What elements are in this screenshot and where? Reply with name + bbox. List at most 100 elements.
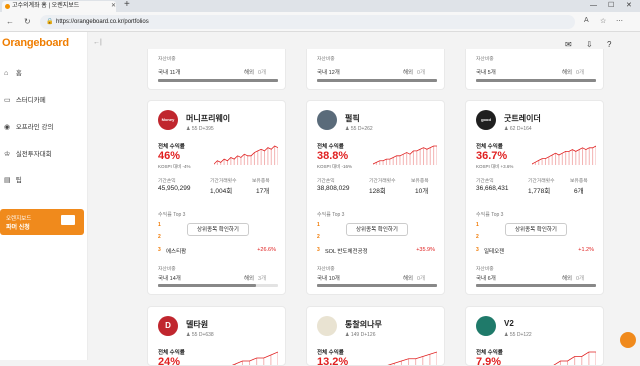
mail-icon[interactable]: ✉ [565, 40, 572, 49]
followers-count: 149 [350, 332, 360, 338]
close-window-icon[interactable]: ✕ [626, 0, 632, 12]
top3-label: 수익률 Top 3 [317, 212, 345, 218]
top3-stock-return: +35.9% [416, 247, 435, 253]
tab-close-icon[interactable]: ✕ [111, 1, 116, 12]
days-badge: D+126 [360, 332, 376, 338]
portfolio-card-top-3[interactable]: 자산비중 국내 5개 해외 0개 [465, 49, 604, 90]
rank-2: 2 [158, 234, 161, 240]
sparkline-wrapper [372, 145, 438, 170]
followers-count: 55 [191, 126, 198, 132]
minimize-icon[interactable]: — [590, 0, 597, 12]
holdings-label: 보유종목 [411, 179, 429, 184]
top3-stock-name: 일테오젠 [484, 249, 505, 255]
period-trades-value: 128회 [369, 188, 386, 195]
collapse-sidebar-icon[interactable]: ←| [93, 39, 102, 46]
followers-count: 55 [191, 332, 198, 338]
rank-2: 2 [476, 234, 479, 240]
profile-avatar [476, 316, 496, 336]
days-badge: D+164 [516, 126, 532, 132]
back-icon[interactable]: ← [6, 17, 14, 26]
overseas-count: 3개 [258, 276, 267, 282]
top3-stock-name: SOL 반도체전공정 [325, 249, 368, 255]
url-text: https://orangeboard.co.kr/portfolios [56, 19, 149, 25]
portfolio-name[interactable]: 머니프리웨이 [186, 113, 230, 124]
overseas-count: 0개 [417, 70, 426, 76]
period-return-label: 기간손익 [158, 179, 176, 184]
total-return-value: 46% [158, 150, 181, 162]
sidebar-item-study-cafe[interactable]: ▭ 스터디카페 [4, 94, 84, 108]
scroll-top-button[interactable] [620, 332, 636, 348]
browser-tab-bar: 고수의계좌 홈 | 오렌지보드 ✕ + — ☐ ✕ [0, 0, 640, 12]
sidebar-item-label: 홈 [15, 70, 22, 77]
portfolio-card-top-1[interactable]: 자산비중 국내 11개 해외 0개 [147, 49, 286, 90]
portfolio-name[interactable]: V2 [504, 319, 514, 328]
confirm-top-stocks-button[interactable]: 상위종목 확인하기 [346, 223, 408, 236]
period-trades-label: 기간거래횟수 [528, 179, 555, 184]
holdings-label: 보유종목 [570, 179, 588, 184]
portfolio-meta: ♟ 55 D+262 [345, 126, 373, 132]
read-aloud-icon[interactable]: A [584, 17, 589, 24]
portfolio-card[interactable]: Money 머니프리웨이 ♟ 55 D+395 전체 수익률 46% KOSPI 대비 -… [147, 100, 286, 295]
portfolio-card[interactable]: 펄픽 ♟ 55 D+262 전체 수익률 38.8% KOSPI 대비 -16% 기간손익… [306, 100, 445, 295]
confirm-top-stocks-button[interactable]: 상위종목 확인하기 [187, 223, 249, 236]
total-return-label: 전체 수익률 [317, 144, 344, 150]
portfolio-card[interactable]: V2 ♟ 55 D+122 전체 수익률 7.9% [465, 306, 604, 366]
profile-avatar [317, 316, 337, 336]
url-input[interactable]: 🔒 https://orangeboard.co.kr/portfolios [40, 15, 575, 29]
days-badge: D+262 [357, 126, 373, 132]
promo-line2: 파머 신청 [6, 225, 30, 231]
total-return-value: 24% [158, 356, 181, 366]
maximize-icon[interactable]: ☐ [608, 0, 614, 12]
address-bar: ← ↻ 🔒 https://orangeboard.co.kr/portfoli… [0, 12, 640, 32]
portfolio-card[interactable]: 통찰의나무 ♟ 149 D+126 전체 수익률 13.2% [306, 306, 445, 366]
rank-1: 1 [317, 222, 320, 228]
period-return-value: 38,808,029 [317, 185, 350, 192]
asset-ratio-label: 자산비중 [476, 267, 494, 272]
days-badge: D+395 [198, 126, 214, 132]
trophy-icon: ♔ [4, 151, 11, 158]
portfolio-card[interactable]: D 델타원 ♟ 55 D+638 전체 수익률 24% [147, 306, 286, 366]
rank-3: 3 [317, 247, 320, 253]
holdings-value: 17개 [256, 188, 270, 195]
asset-ratio-fill [476, 284, 596, 287]
portfolio-card[interactable]: good 굿트레이더 ♟ 62 D+164 전체 수익률 36.7% KOSPI 대비 +… [465, 100, 604, 295]
portfolio-name[interactable]: 펄픽 [345, 113, 360, 124]
portfolio-name[interactable]: 통찰의나무 [345, 319, 382, 330]
total-return-label: 전체 수익률 [158, 350, 185, 356]
browser-tab[interactable]: 고수의계좌 홈 | 오렌지보드 ✕ [2, 1, 116, 12]
total-return-label: 전체 수익률 [158, 144, 185, 150]
logo[interactable]: Orangeboard [2, 37, 69, 49]
kospi-compare: KOSPI 대비 -4% [158, 164, 191, 169]
sidebar-item-offline-lecture[interactable]: ◉ 오프라인 강의 [4, 121, 84, 135]
spark-line [213, 145, 279, 165]
return-sparkline [231, 351, 279, 365]
sidebar-item-home[interactable]: ⌂ 홈 [4, 67, 84, 81]
asset-ratio-label: 자산비중 [158, 267, 176, 272]
total-return-label: 전체 수익률 [476, 350, 503, 356]
rank-2: 2 [317, 234, 320, 240]
portfolio-card-top-2[interactable]: 자산비중 국내 12개 해외 0개 [306, 49, 445, 90]
asset-ratio-fill [317, 284, 437, 287]
overseas-count: 0개 [576, 276, 585, 282]
overseas-count: 0개 [417, 276, 426, 282]
days-badge: D+122 [516, 332, 532, 338]
portfolio-name[interactable]: 델타원 [186, 319, 208, 330]
overseas-label: 해외 [403, 276, 414, 282]
refresh-icon[interactable]: ↻ [24, 17, 31, 26]
portfolio-name[interactable]: 굿트레이더 [504, 113, 541, 124]
domestic-count: 국내 14개 [158, 276, 181, 282]
favorites-icon[interactable]: ☆ [600, 17, 606, 25]
new-tab-icon[interactable]: + [124, 0, 130, 10]
period-trades-label: 기간거래횟수 [210, 179, 237, 184]
profile-avatar: D [158, 316, 178, 336]
confirm-top-stocks-button[interactable]: 상위종목 확인하기 [505, 223, 567, 236]
promo-banner[interactable]: 오렌지보드 파머 신청 [0, 209, 84, 235]
download-icon[interactable]: ⇩ [586, 40, 593, 49]
profile-avatar: Money [158, 110, 178, 130]
sidebar-item-tip[interactable]: ▤ 팁 [4, 174, 84, 188]
help-icon[interactable]: ? [607, 40, 611, 49]
period-trades-label: 기간거래횟수 [369, 179, 396, 184]
sidebar-item-contest[interactable]: ♔ 실전투자대회 [4, 148, 84, 162]
extensions-icon[interactable]: ⋯ [616, 17, 623, 25]
asset-ratio-bar [158, 284, 278, 287]
